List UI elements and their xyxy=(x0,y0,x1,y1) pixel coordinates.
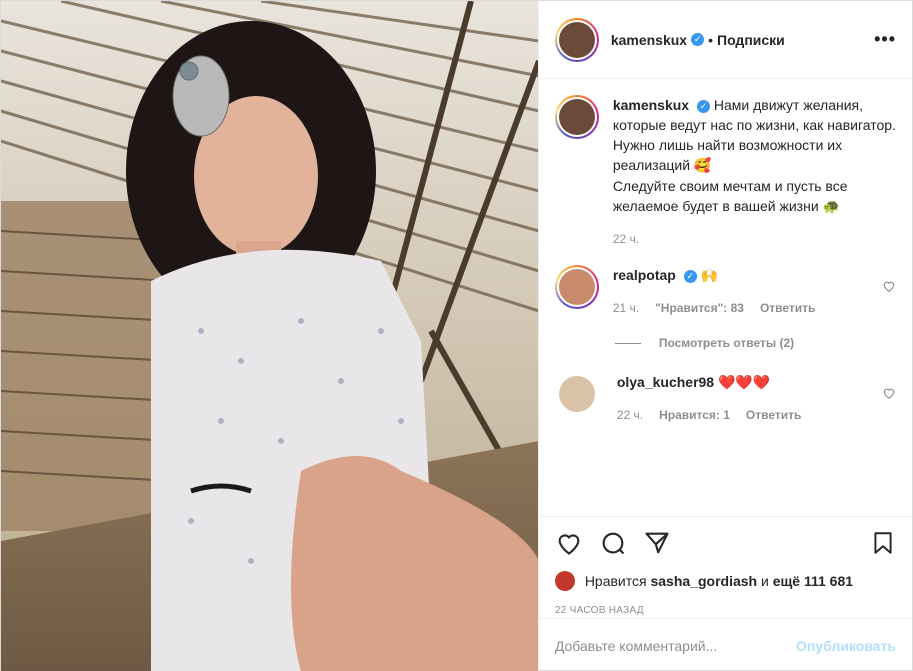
caption-time[interactable]: 22 ч. xyxy=(613,229,639,249)
comment-likes[interactable]: Нравится: 1 xyxy=(659,405,730,425)
comment-avatar[interactable] xyxy=(554,265,599,309)
publish-button[interactable]: Опубликовать xyxy=(796,638,896,654)
likes-middle: и xyxy=(760,573,769,589)
bookmark-icon[interactable] xyxy=(870,529,896,557)
likes-summary: Нравится sasha_gordiash и ещё 111 681 xyxy=(554,571,896,591)
verified-icon: ✓ xyxy=(683,269,697,283)
like-icon[interactable] xyxy=(555,529,583,557)
caption: kamenskux ✓ Нами движут желания, которые… xyxy=(554,95,896,249)
add-comment-bar: Опубликовать xyxy=(538,618,912,671)
comment-like-icon[interactable] xyxy=(882,386,896,400)
comment-input[interactable] xyxy=(554,637,797,654)
verified-icon: ✓ xyxy=(691,33,705,46)
post-header: kamenskux ✓ • Подписки ••• xyxy=(538,1,912,79)
comments-list: kamenskux ✓ Нами движут желания, которые… xyxy=(539,79,912,516)
comment-text: 🙌 xyxy=(700,268,719,284)
comment-username[interactable]: olya_kucher98 xyxy=(617,374,714,390)
comment-like-icon[interactable] xyxy=(882,279,896,293)
comment-time[interactable]: 22 ч. xyxy=(617,405,643,425)
comment-item: realpotap ✓ 🙌 21 ч. "Нравится": 83 Ответ… xyxy=(554,265,896,318)
verified-icon: ✓ xyxy=(696,99,710,113)
likes-count[interactable]: ещё 111 681 xyxy=(773,573,853,589)
liker-username[interactable]: sasha_gordiash xyxy=(650,573,757,589)
post-photo[interactable] xyxy=(1,1,538,671)
header-username[interactable]: kamenskux xyxy=(611,32,687,48)
comment-username[interactable]: realpotap xyxy=(613,267,676,283)
liker-avatar[interactable] xyxy=(554,571,575,591)
caption-avatar[interactable] xyxy=(554,95,599,139)
instagram-post: kamenskux ✓ • Подписки ••• kamenskux ✓ Н… xyxy=(0,0,913,671)
comment-item: olya_kucher98 ❤️❤️❤️ 22 ч. Нравится: 1 О… xyxy=(555,372,896,425)
action-icons xyxy=(555,529,896,557)
post-timestamp[interactable]: 22 ЧАСОВ НАЗАД xyxy=(555,605,896,616)
view-replies-button[interactable]: Посмотреть ответы (2) xyxy=(614,336,896,350)
reply-button[interactable]: Ответить xyxy=(746,405,801,425)
likes-prefix: Нравится xyxy=(584,573,647,589)
comment-time[interactable]: 21 ч. xyxy=(613,298,639,318)
caption-text-2: Следуйте своим мечтам и пусть все желаем… xyxy=(612,178,848,214)
comment-avatar[interactable] xyxy=(558,376,595,412)
reply-button[interactable]: Ответить xyxy=(760,298,815,318)
turtle-emoji-icon: 🐢 xyxy=(822,199,840,215)
post-image xyxy=(1,1,538,671)
avatar[interactable] xyxy=(554,17,599,62)
smiling-face-emoji-icon: 🥰 xyxy=(693,158,712,174)
replies-divider xyxy=(614,342,641,344)
share-icon[interactable] xyxy=(643,529,671,557)
comment-likes[interactable]: "Нравится": 83 xyxy=(655,298,744,318)
post-sidebar: kamenskux ✓ • Подписки ••• kamenskux ✓ Н… xyxy=(537,1,912,671)
separator-dot: • xyxy=(708,31,713,48)
comment-text: ❤️❤️❤️ xyxy=(718,375,771,391)
following-button[interactable]: Подписки xyxy=(717,32,785,48)
caption-username[interactable]: kamenskux xyxy=(613,97,689,113)
more-options-icon[interactable]: ••• xyxy=(874,29,896,50)
view-replies-label: Посмотреть ответы (2) xyxy=(658,336,795,350)
comment-icon[interactable] xyxy=(599,529,627,557)
